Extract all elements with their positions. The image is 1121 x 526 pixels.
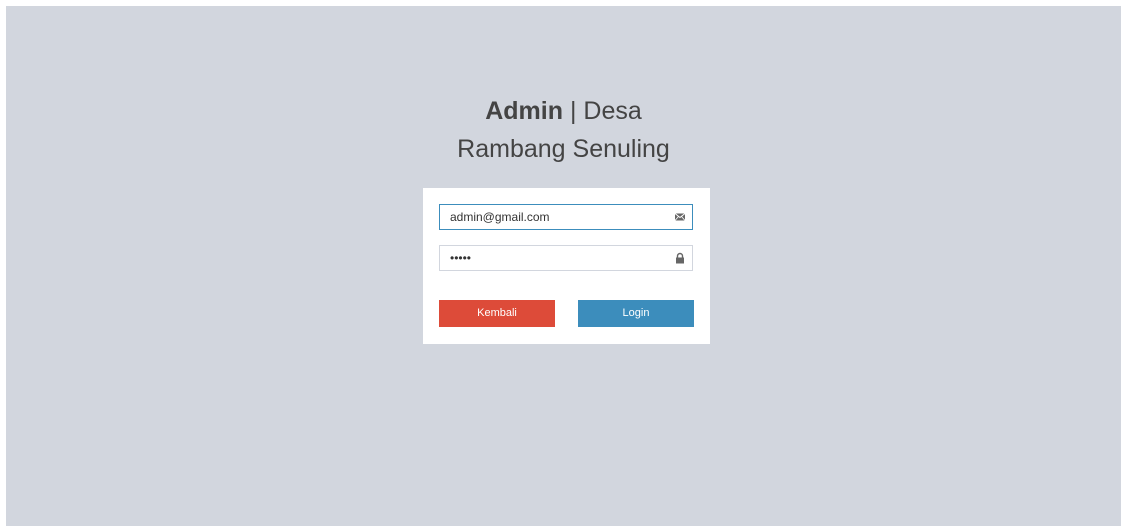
login-logo: Admin | Desa Rambang Senuling — [6, 92, 1121, 168]
lock-icon — [676, 252, 684, 264]
email-field[interactable] — [439, 204, 693, 230]
login-button[interactable]: Login — [578, 300, 694, 327]
login-box: Kembali Login — [423, 188, 710, 344]
logo-village-name: Rambang Senuling — [457, 135, 670, 163]
logo-desa-text: | Desa — [563, 97, 642, 125]
back-button[interactable]: Kembali — [439, 300, 555, 327]
envelope-icon — [674, 213, 686, 221]
login-page: Admin | Desa Rambang Senuling Kembali Lo… — [6, 6, 1121, 526]
email-input[interactable] — [440, 205, 670, 229]
password-field[interactable] — [439, 245, 693, 271]
logo-title-line: Admin | Desa — [6, 92, 1121, 130]
logo-admin-text: Admin — [485, 97, 564, 125]
password-input[interactable] — [440, 246, 670, 270]
